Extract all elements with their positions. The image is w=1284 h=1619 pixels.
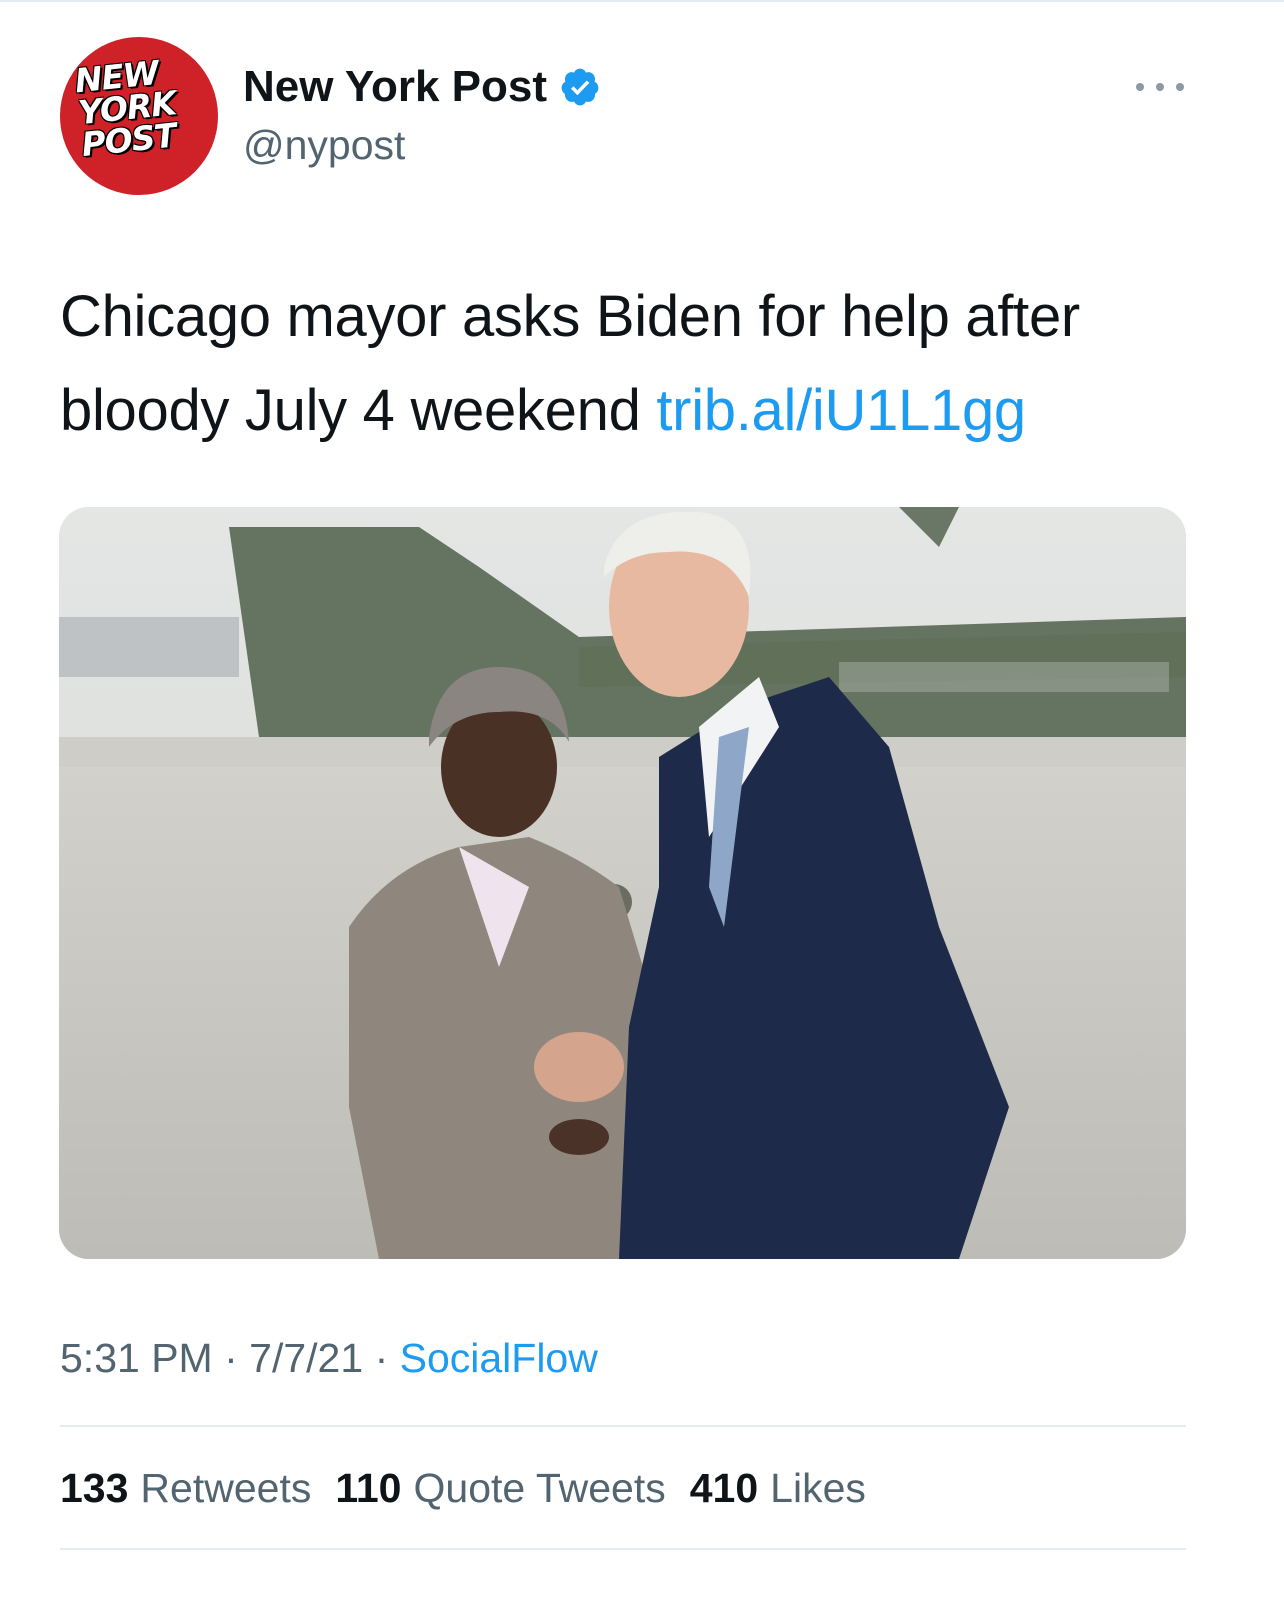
display-name[interactable]: New York Post — [243, 60, 547, 114]
stats-divider-bottom — [60, 1548, 1186, 1550]
author-handle[interactable]: @nypost — [243, 120, 405, 170]
tweet-stats: 133 Retweets 110 Quote Tweets 410 Likes — [60, 1460, 890, 1516]
verified-badge-icon — [561, 68, 599, 106]
meta-separator: · — [374, 1335, 400, 1381]
tweet-date[interactable]: 7/7/21 — [249, 1335, 363, 1381]
stats-divider-top — [60, 1425, 1186, 1427]
avatar[interactable]: NEW YORK POST — [60, 37, 218, 195]
tweet-link[interactable]: trib.al/iU1L1gg — [656, 378, 1026, 443]
meta-separator: · — [224, 1335, 250, 1381]
photo-illustration — [59, 507, 1186, 1259]
tweet-time[interactable]: 5:31 PM — [60, 1335, 213, 1381]
top-divider — [0, 0, 1284, 2]
tweet-photo[interactable] — [59, 507, 1186, 1259]
more-horizontal-icon[interactable] — [1136, 72, 1184, 102]
tweet-meta: 5:31 PM · 7/7/21 · SocialFlow — [60, 1330, 598, 1386]
retweets-stat[interactable]: 133 Retweets — [60, 1460, 311, 1516]
avatar-logo: NEW YORK POST — [72, 52, 178, 165]
likes-stat[interactable]: 410 Likes — [690, 1460, 866, 1516]
tweet-source[interactable]: SocialFlow — [400, 1335, 598, 1381]
tweet-text: Chicago mayor asks Biden for help after … — [60, 270, 1220, 458]
author-name-row[interactable]: New York Post — [243, 60, 601, 114]
quote-tweets-stat[interactable]: 110 Quote Tweets — [335, 1460, 665, 1516]
